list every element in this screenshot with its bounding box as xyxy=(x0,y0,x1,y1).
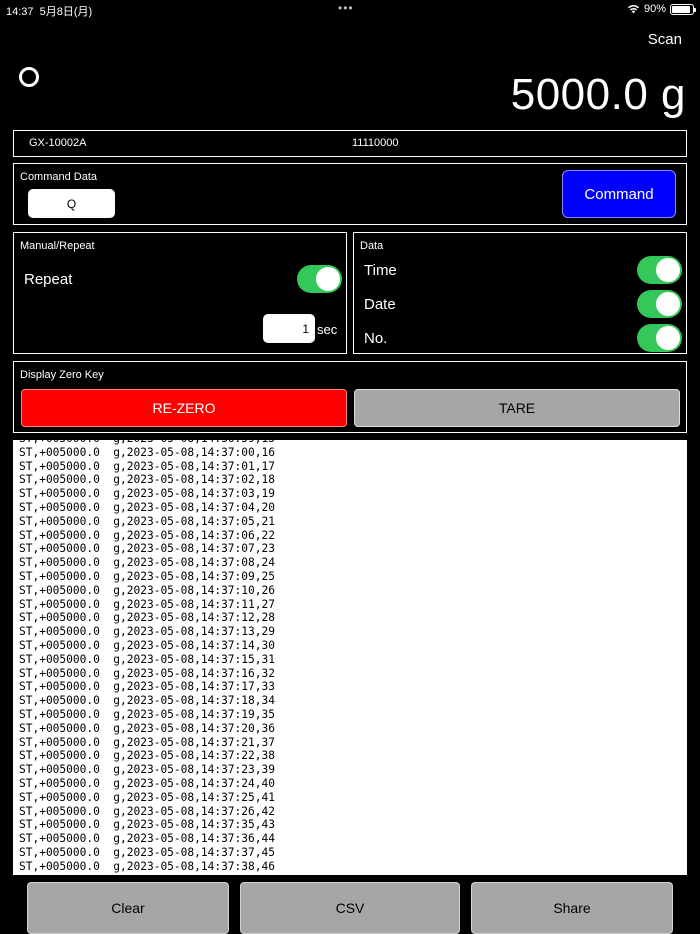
device-model: GX-10002A xyxy=(29,137,87,149)
log-line: ST,+005000.0 g,2023-05-08,14:37:07,23 xyxy=(19,542,275,556)
log-line: ST,+005000.0 g,2023-05-08,14:37:37,45 xyxy=(19,845,275,859)
log-line: ST,+005000.0 g,2023-05-08,14:37:09,25 xyxy=(19,569,275,583)
wifi-icon xyxy=(627,5,639,14)
log-line: ST,+005000.0 g,2023-05-08,14:37:12,28 xyxy=(19,611,275,625)
display-zero-key-title: Display Zero Key xyxy=(20,369,104,381)
weight-display: 5000.0 g xyxy=(510,70,686,119)
status-date: 5月8日(月) xyxy=(39,6,93,18)
log-line: ST,+005000.0 g,2023-05-08,14:37:08,24 xyxy=(19,556,275,570)
data-options-panel: Data Time Date No. xyxy=(353,232,687,354)
battery-percent: 90% xyxy=(643,3,666,15)
log-line: ST,+005000.0 g,2023-05-08,14:37:23,39 xyxy=(19,763,275,777)
command-button[interactable]: Command xyxy=(562,170,676,218)
number-label: No. xyxy=(364,330,388,347)
command-data-title: Command Data xyxy=(20,171,98,183)
log-line: ST,+005000.0 g,2023-05-08,14:37:16,32 xyxy=(19,666,275,680)
log-line: ST,+005000.0 g,2023-05-08,14:37:13,29 xyxy=(19,625,275,639)
log-line: ST,+005000.0 g,2023-05-08,14:37:10,26 xyxy=(19,583,275,597)
clear-button[interactable]: Clear xyxy=(27,882,229,934)
manual-repeat-title: Manual/Repeat xyxy=(20,240,95,252)
tare-button[interactable]: TARE xyxy=(354,389,680,427)
device-serial: 11110000 xyxy=(352,137,399,149)
device-info-panel: GX-10002A 11110000 xyxy=(13,130,687,157)
interval-input[interactable] xyxy=(263,314,315,343)
log-line: ST,+005000.0 g,2023-05-08,14:37:05,21 xyxy=(19,514,275,528)
log-line: ST,+005000.0 g,2023-05-08,14:37:18,34 xyxy=(19,694,275,708)
log-line: ST,+005000.0 g,2023-05-08,14:37:38,46 xyxy=(19,859,275,873)
log-line: ST,+005000.0 g,2023-05-08,14:37:14,30 xyxy=(19,638,275,652)
log-line: ST,+005000.0 g,2023-05-08,14:37:02,18 xyxy=(19,473,275,487)
share-button[interactable]: Share xyxy=(471,882,673,934)
time-toggle[interactable] xyxy=(637,256,682,284)
connection-status-icon xyxy=(19,67,39,87)
scan-button[interactable]: Scan xyxy=(648,31,682,48)
status-bar: 14:37 5月8日(月) ••• 90% xyxy=(0,0,700,20)
log-line: ST,+005000.0 g,2023-05-08,14:37:21,37 xyxy=(19,735,275,749)
manual-repeat-panel: Manual/Repeat Repeat sec xyxy=(13,232,347,354)
number-toggle[interactable] xyxy=(637,324,682,352)
csv-button[interactable]: CSV xyxy=(240,882,460,934)
rezero-button[interactable]: RE-ZERO xyxy=(21,389,347,427)
log-line: ST,+005000.0 g,2023-05-08,14:37:35,43 xyxy=(19,818,275,832)
log-line: ST,+005000.0 g,2023-05-08,14:37:26,42 xyxy=(19,804,275,818)
log-line: ST,+005000.0 g,2023-05-08,14:37:24,40 xyxy=(19,776,275,790)
data-log-view[interactable]: ST,+005000.0 g,2023-05-08,14:36:59,15ST,… xyxy=(13,440,687,875)
log-lines: ST,+005000.0 g,2023-05-08,14:36:59,15ST,… xyxy=(19,440,275,874)
battery-icon xyxy=(670,3,696,15)
log-line: ST,+005000.0 g,2023-05-08,14:37:17,33 xyxy=(19,680,275,694)
log-line: ST,+005000.0 g,2023-05-08,14:37:15,31 xyxy=(19,652,275,666)
time-label: Time xyxy=(364,262,397,279)
log-line: ST,+005000.0 g,2023-05-08,14:37:04,20 xyxy=(19,500,275,514)
command-input[interactable] xyxy=(28,189,115,218)
display-zero-key-panel: Display Zero Key RE-ZERO TARE xyxy=(13,361,687,433)
log-line: ST,+005000.0 g,2023-05-08,14:37:20,36 xyxy=(19,721,275,735)
log-line: ST,+005000.0 g,2023-05-08,14:37:06,22 xyxy=(19,528,275,542)
date-toggle[interactable] xyxy=(637,290,682,318)
log-line: ST,+005000.0 g,2023-05-08,14:37:03,19 xyxy=(19,487,275,501)
log-line: ST,+005000.0 g,2023-05-08,14:36:59,15 xyxy=(19,440,275,446)
interval-unit: sec xyxy=(317,322,338,337)
date-label: Date xyxy=(364,296,396,313)
repeat-toggle[interactable] xyxy=(297,265,342,293)
status-time: 14:37 5月8日(月) xyxy=(6,6,93,18)
log-line: ST,+005000.0 g,2023-05-08,14:37:00,16 xyxy=(19,445,275,459)
repeat-label: Repeat xyxy=(24,271,73,288)
status-right: 90% xyxy=(627,3,696,15)
command-data-panel: Command Data Command xyxy=(13,163,687,225)
log-line: ST,+005000.0 g,2023-05-08,14:37:36,44 xyxy=(19,832,275,846)
log-line: ST,+005000.0 g,2023-05-08,14:37:22,38 xyxy=(19,749,275,763)
log-line: ST,+005000.0 g,2023-05-08,14:37:11,27 xyxy=(19,597,275,611)
log-line: ST,+005000.0 g,2023-05-08,14:37:01,17 xyxy=(19,459,275,473)
data-options-title: Data xyxy=(360,240,384,252)
log-line: ST,+005000.0 g,2023-05-08,14:37:25,41 xyxy=(19,790,275,804)
multitasking-dots[interactable]: ••• xyxy=(338,1,354,15)
log-line: ST,+005000.0 g,2023-05-08,14:37:19,35 xyxy=(19,707,275,721)
